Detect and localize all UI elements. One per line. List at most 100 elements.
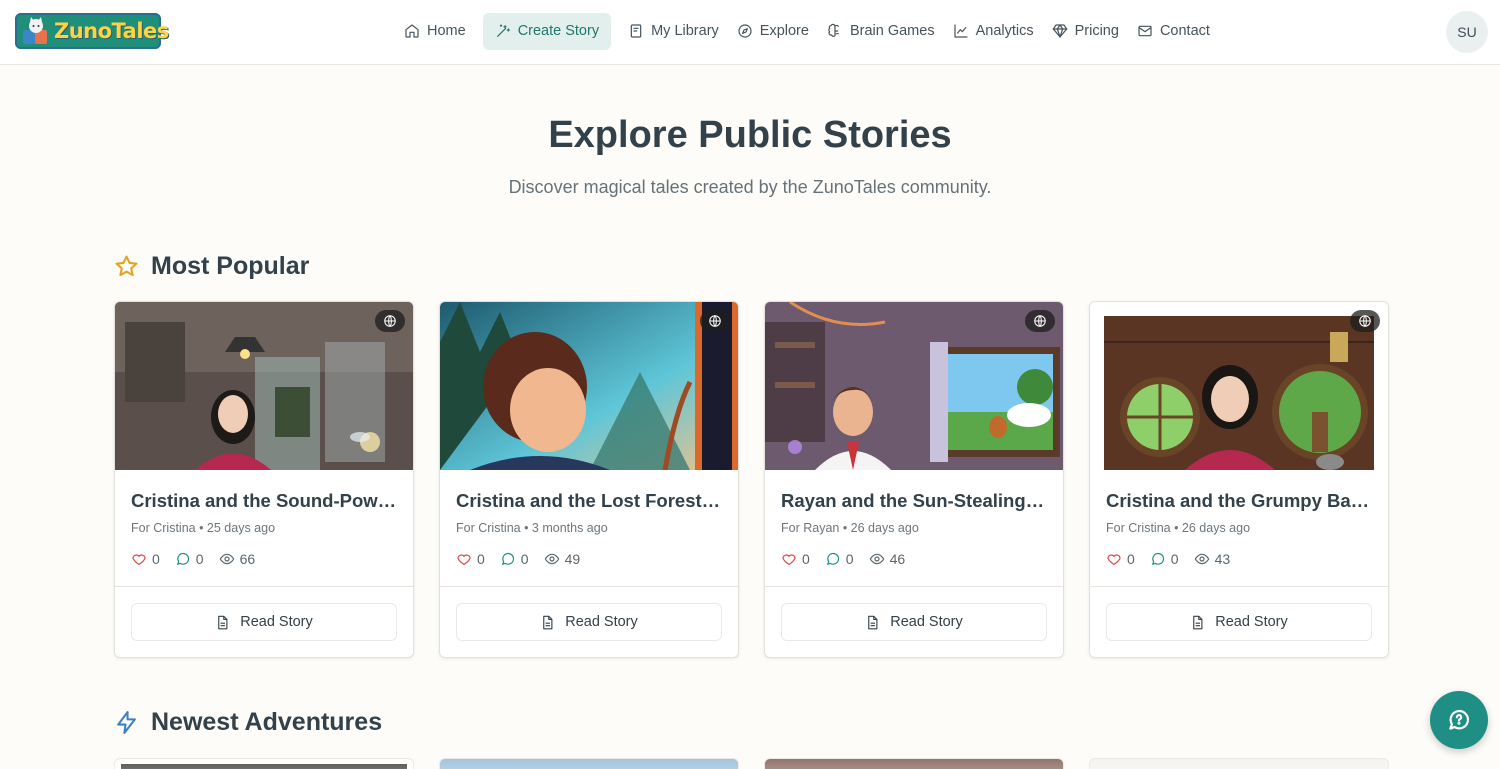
logo-text: ZunoTales (54, 19, 169, 43)
nav-analytics-label: Analytics (975, 23, 1034, 39)
view-count: 43 (1214, 551, 1231, 567)
story-stats: 0 0 43 (1106, 551, 1245, 567)
story-card[interactable]: Rayan and the Sun-Stealing Squirrel For … (764, 301, 1064, 658)
read-story-button[interactable]: Read Story (456, 603, 722, 641)
newest-story-card-peek[interactable] (1089, 758, 1389, 769)
heart-icon (1107, 554, 1121, 565)
comment-count: 0 (520, 551, 529, 567)
comment-stat[interactable]: 0 (500, 551, 529, 567)
story-stats: 0 0 49 (456, 551, 595, 567)
story-meta: For Rayan • 26 days ago (781, 521, 919, 535)
nav-home-label: Home (427, 23, 466, 39)
star-icon (115, 255, 138, 277)
nav-explore[interactable]: Explore (728, 13, 818, 50)
comment-count: 0 (1170, 551, 1179, 567)
nav-analytics[interactable]: Analytics (944, 13, 1043, 50)
section-newest-adventures-heading: Newest Adventures (114, 708, 382, 737)
comment-stat[interactable]: 0 (825, 551, 854, 567)
help-chat-button[interactable] (1430, 691, 1488, 749)
zunotales-logo[interactable]: ZunoTales (15, 13, 169, 49)
nav-pricing-label: Pricing (1074, 23, 1119, 39)
story-title[interactable]: Cristina and the Sound-Powered Fairy (131, 490, 399, 512)
card-divider (765, 586, 1063, 587)
card-divider (115, 586, 413, 587)
story-card[interactable]: Cristina and the Lost Forest Portal For … (439, 301, 739, 658)
story-title[interactable]: Rayan and the Sun-Stealing Squirrel (781, 490, 1049, 512)
nav-home[interactable]: Home (395, 13, 475, 50)
document-icon (1193, 615, 1203, 629)
newest-story-card-peek[interactable] (764, 758, 1064, 769)
newest-story-card-peek[interactable] (114, 758, 414, 769)
like-stat[interactable]: 0 (131, 551, 160, 567)
eye-icon (219, 553, 234, 565)
document-icon (868, 615, 878, 629)
heart-icon (782, 554, 796, 565)
nav-explore-label: Explore (759, 23, 809, 39)
compass-icon (738, 24, 752, 38)
lightning-icon (117, 711, 136, 734)
story-cover-image[interactable] (765, 302, 1063, 470)
story-cover-image[interactable] (440, 302, 738, 470)
like-stat[interactable]: 0 (1106, 551, 1135, 567)
cat-book-icon (21, 16, 51, 46)
eye-icon (1194, 553, 1209, 565)
main-nav: Home Create Story My Library Explore Bra… (395, 12, 1219, 50)
story-cover-image[interactable] (1090, 302, 1388, 470)
story-card[interactable]: Cristina and the Sound-Powered Fairy For… (114, 301, 414, 658)
top-navbar: ZunoTales Home Create Story My Library E… (0, 0, 1500, 65)
view-stat: 49 (544, 551, 580, 567)
eye-icon (544, 553, 559, 565)
heart-icon (132, 554, 146, 565)
read-story-label: Read Story (565, 614, 638, 630)
story-title[interactable]: Cristina and the Lost Forest Portal (456, 490, 724, 512)
view-count: 66 (239, 551, 256, 567)
public-globe-icon (375, 310, 405, 332)
nav-brain-games-label: Brain Games (849, 23, 935, 39)
like-count: 0 (477, 551, 485, 567)
nav-create-story-label: Create Story (517, 23, 600, 39)
newest-story-card-peek[interactable] (439, 758, 739, 769)
section-most-popular-heading: Most Popular (114, 252, 309, 281)
mail-icon (1138, 25, 1152, 37)
nav-pricing[interactable]: Pricing (1043, 13, 1128, 50)
heart-icon (457, 554, 471, 565)
story-title[interactable]: Cristina and the Grumpy Badger (1106, 490, 1374, 512)
story-meta: For Cristina • 25 days ago (131, 521, 276, 535)
comment-count: 0 (195, 551, 204, 567)
popular-stories-grid: Cristina and the Sound-Powered Fairy For… (114, 301, 1390, 658)
nav-create-story[interactable]: Create Story (482, 12, 612, 50)
read-story-button[interactable]: Read Story (1106, 603, 1372, 641)
view-stat: 66 (219, 551, 256, 567)
nav-contact[interactable]: Contact (1128, 13, 1219, 50)
gem-icon (1052, 24, 1067, 38)
like-stat[interactable]: 0 (456, 551, 485, 567)
read-story-button[interactable]: Read Story (131, 603, 397, 641)
story-meta: For Cristina • 3 months ago (456, 521, 608, 535)
comment-stat[interactable]: 0 (1150, 551, 1179, 567)
page-subtitle: Discover magical tales created by the Zu… (508, 177, 992, 197)
section-title: Most Popular (151, 252, 310, 280)
nav-brain-games[interactable]: Brain Games (818, 13, 944, 50)
user-avatar[interactable]: SU (1446, 11, 1488, 53)
like-count: 0 (152, 551, 160, 567)
book-icon (630, 24, 642, 38)
section-title: Newest Adventures (151, 708, 383, 736)
view-count: 46 (889, 551, 906, 567)
nav-my-library[interactable]: My Library (619, 13, 728, 50)
comment-icon (1151, 552, 1164, 565)
story-card[interactable]: Cristina and the Grumpy Badger For Crist… (1089, 301, 1389, 658)
read-story-button[interactable]: Read Story (781, 603, 1047, 641)
page-title: Explore Public Stories (548, 114, 952, 156)
like-count: 0 (1127, 551, 1135, 567)
story-stats: 0 0 46 (781, 551, 920, 567)
home-icon (405, 24, 419, 38)
eye-icon (869, 553, 884, 565)
story-meta: For Cristina • 26 days ago (1106, 521, 1251, 535)
document-icon (543, 615, 553, 629)
comment-stat[interactable]: 0 (175, 551, 204, 567)
like-stat[interactable]: 0 (781, 551, 810, 567)
card-divider (1090, 586, 1388, 587)
story-cover-image[interactable] (115, 302, 413, 470)
public-globe-icon (1025, 310, 1055, 332)
view-stat: 43 (1194, 551, 1231, 567)
